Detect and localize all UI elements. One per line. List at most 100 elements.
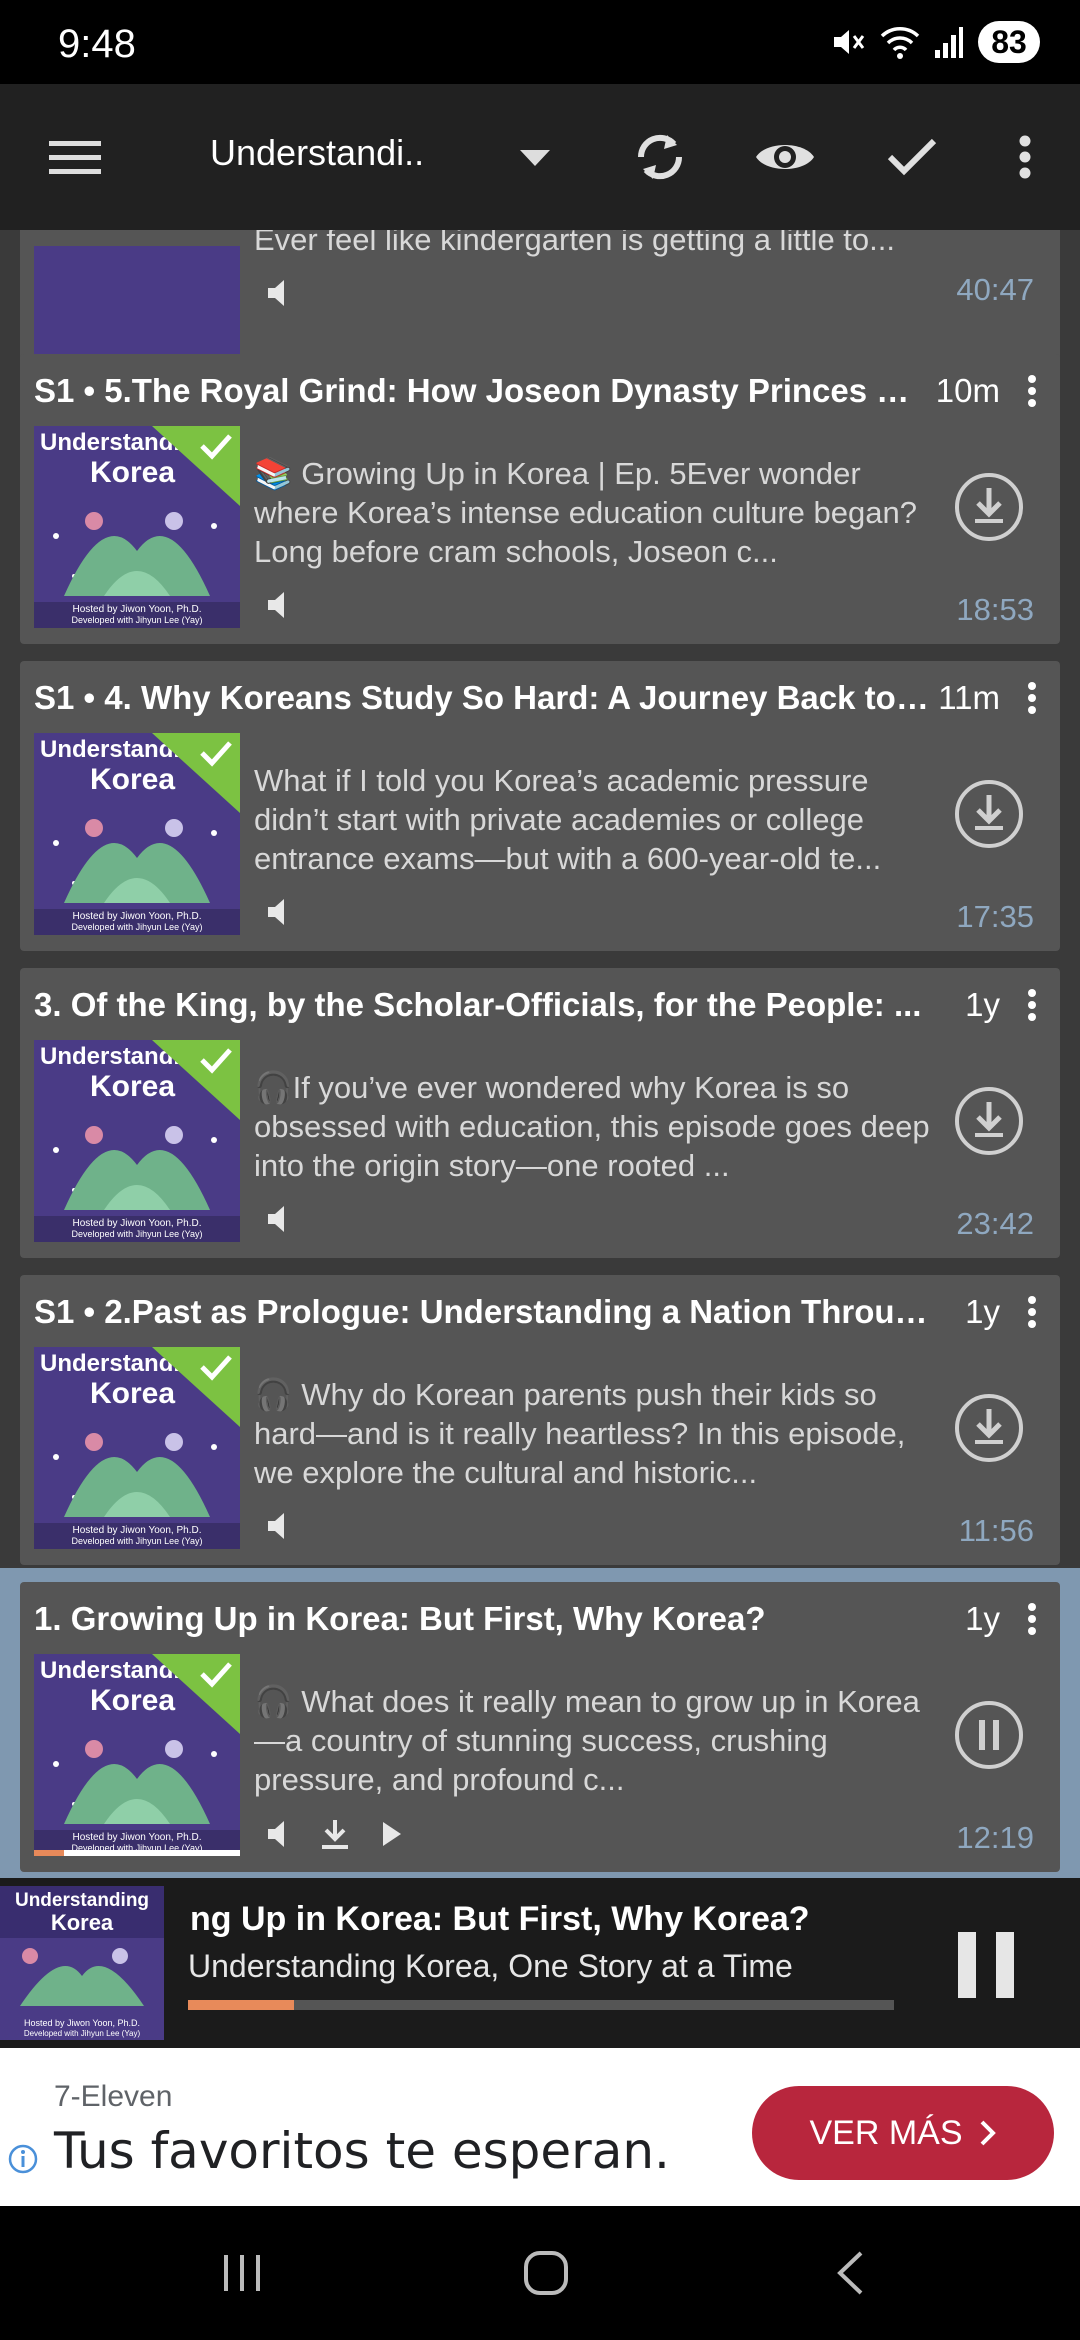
episode-thumbnail[interactable]: Understanding Korea Hosted by Jiwon Yoon, … xyxy=(34,426,240,628)
episode-description[interactable]: 🎧 What does it really mean to grow up in… xyxy=(254,1682,934,1800)
menu-icon[interactable] xyxy=(20,84,130,230)
speaker-icon xyxy=(266,1204,290,1239)
recents-icon[interactable] xyxy=(182,2206,302,2340)
episode-description: Ever feel like kindergarten is getting a… xyxy=(254,230,895,257)
speaker-icon xyxy=(266,1819,290,1854)
episode-status-icons xyxy=(266,1511,290,1546)
pause-icon[interactable] xyxy=(956,1930,1016,2000)
thumb-credit1: Hosted by Jiwon Yoon, Ph.D. xyxy=(73,1832,202,1843)
ad-info-icon[interactable] xyxy=(8,2144,38,2174)
now-playing-thumbnail[interactable]: Understanding Korea Hosted by Jiwon Yoon… xyxy=(0,1886,164,2040)
episode-card[interactable]: 3. Of the King, by the Scholar-Officials… xyxy=(20,968,1060,1258)
check-icon[interactable] xyxy=(862,84,962,230)
speaker-icon xyxy=(266,897,290,932)
thumb-line2: Korea xyxy=(90,763,175,796)
downloaded-icon xyxy=(320,1818,350,1855)
thumb-credit1: Hosted by Jiwon Yoon, Ph.D. xyxy=(73,911,202,922)
episode-thumbnail[interactable]: Understanding Korea Hosted by Jiwon Yoon, … xyxy=(34,1347,240,1549)
download-circle-icon[interactable] xyxy=(954,472,1024,542)
ad-cta-label: VER MÁS xyxy=(809,2113,963,2152)
thumb-credit2: Developed with Jihyun Lee (Yay) xyxy=(72,922,203,932)
now-thumb-credit1: Hosted by Jiwon Yoon, Ph.D. xyxy=(24,2018,140,2028)
signal-icon xyxy=(934,24,964,60)
episode-more-icon[interactable] xyxy=(1022,679,1042,719)
play-indicator-icon xyxy=(380,1819,404,1854)
status-icons: 83 xyxy=(830,20,1040,64)
episode-thumbnail[interactable]: Understanding Korea Hosted by Jiwon Yoon, … xyxy=(34,733,240,935)
speaker-icon xyxy=(266,278,290,313)
episode-card[interactable]: 1. Growing Up in Korea: But First, Why K… xyxy=(20,1582,1060,1872)
download-circle-icon[interactable] xyxy=(954,1086,1024,1156)
now-playing-subtitle[interactable]: Understanding Korea, One Story at a Time xyxy=(188,1948,908,1985)
episode-duration: 40:47 xyxy=(956,272,1034,307)
episode-more-icon[interactable] xyxy=(1022,1293,1042,1333)
thumb-credit1: Hosted by Jiwon Yoon, Ph.D. xyxy=(73,1218,202,1229)
ad-banner[interactable]: 7-Eleven Tus favoritos te esperan. VER M… xyxy=(0,2048,1080,2206)
episode-status-icons xyxy=(266,1818,404,1855)
thumb-credit2: Developed with Jihyun Lee (Yay) xyxy=(72,615,203,625)
episode-status-icons xyxy=(266,1204,290,1239)
download-circle-icon[interactable] xyxy=(954,1393,1024,1463)
chevron-right-icon xyxy=(980,2120,996,2146)
toolbar: Understandi.. xyxy=(0,84,1080,230)
episode-description[interactable]: What if I told you Korea’s academic pres… xyxy=(254,761,934,879)
download-circle-icon[interactable] xyxy=(954,779,1024,849)
now-playing-title[interactable]: ng Up in Korea: But First, Why Korea? xyxy=(190,1900,910,1939)
thumb-line2: Korea xyxy=(90,1684,175,1717)
dropdown-caret-icon[interactable] xyxy=(520,150,550,171)
episode-card[interactable]: S1 • 5.The Royal Grind: How Joseon Dynas… xyxy=(20,354,1060,644)
ad-cta-button[interactable]: VER MÁS xyxy=(752,2086,1054,2180)
episode-age: 11m xyxy=(938,679,1000,716)
episode-title[interactable]: S1 • 5.The Royal Grind: How Joseon Dynas… xyxy=(34,372,934,410)
pause-circle-icon[interactable] xyxy=(954,1700,1024,1770)
episode-card[interactable]: S1 • 2.Past as Prologue: Understanding a… xyxy=(20,1275,1060,1565)
ad-advertiser: 7-Eleven xyxy=(54,2080,173,2113)
thumb-line2: Korea xyxy=(90,1070,175,1103)
episode-list[interactable]: Ever feel like kindergarten is getting a… xyxy=(0,230,1080,1878)
more-icon[interactable] xyxy=(990,84,1060,230)
now-thumb-credit2: Developed with Jihyun Lee (Yay) xyxy=(24,2029,141,2038)
episode-age: 10m xyxy=(935,372,1000,409)
episode-duration: 18:53 xyxy=(956,592,1034,627)
episode-description[interactable]: 🎧 Why do Korean parents push their kids … xyxy=(254,1375,934,1493)
thumb-line2: Korea xyxy=(90,456,175,489)
home-icon[interactable] xyxy=(486,2206,606,2340)
thumb-credit1: Hosted by Jiwon Yoon, Ph.D. xyxy=(73,1525,202,1536)
episode-title[interactable]: S1 • 4. Why Koreans Study So Hard: A Jou… xyxy=(34,679,934,717)
episode-card[interactable]: S1 • 4. Why Koreans Study So Hard: A Jou… xyxy=(20,661,1060,951)
episode-duration: 11:56 xyxy=(958,1513,1034,1548)
now-thumb-line1: Understanding xyxy=(15,1890,149,1911)
episode-thumbnail[interactable]: Understanding Korea Hosted by Jiwon Yoon, … xyxy=(34,1654,240,1856)
episode-more-icon[interactable] xyxy=(1022,1600,1042,1640)
episode-title[interactable]: 1. Growing Up in Korea: But First, Why K… xyxy=(34,1600,934,1638)
feed-title[interactable]: Understandi.. xyxy=(210,132,424,174)
thumb-credit1: Hosted by Jiwon Yoon, Ph.D. xyxy=(73,604,202,615)
ad-headline[interactable]: Tus favoritos te esperan. xyxy=(54,2122,670,2180)
battery-icon: 83 xyxy=(978,21,1040,63)
episode-duration: 17:35 xyxy=(956,899,1034,934)
back-icon[interactable] xyxy=(790,2206,910,2340)
episode-title[interactable]: S1 • 2.Past as Prologue: Understanding a… xyxy=(34,1293,934,1331)
status-time: 9:48 xyxy=(58,22,136,66)
episode-status-icons xyxy=(266,897,290,932)
wifi-icon xyxy=(880,24,920,60)
now-playing-progress[interactable] xyxy=(188,2000,894,2010)
thumb-credit2: Developed with Jihyun Lee (Yay) xyxy=(72,1536,203,1546)
episode-duration: 23:42 xyxy=(956,1206,1034,1241)
episode-age: 1y xyxy=(965,1293,1000,1330)
speaker-icon xyxy=(266,590,290,625)
episode-age: 1y xyxy=(965,986,1000,1023)
refresh-icon[interactable] xyxy=(610,84,710,230)
episode-more-icon[interactable] xyxy=(1022,986,1042,1026)
episode-status-icons xyxy=(266,590,290,625)
mute-icon xyxy=(830,24,866,60)
episode-more-icon[interactable] xyxy=(1022,372,1042,412)
now-thumb-line2: Korea xyxy=(51,1910,114,1935)
now-playing-bar[interactable]: Understanding Korea Hosted by Jiwon Yoon… xyxy=(0,1878,1080,2048)
episode-title[interactable]: 3. Of the King, by the Scholar-Officials… xyxy=(34,986,934,1024)
episode-description[interactable]: 📚 Growing Up in Korea | Ep. 5Ever wonder… xyxy=(254,454,934,572)
eye-icon[interactable] xyxy=(735,84,835,230)
episode-thumbnail[interactable]: Understanding Korea Hosted by Jiwon Yoon, … xyxy=(34,1040,240,1242)
speaker-icon xyxy=(266,1511,290,1546)
episode-description[interactable]: 🎧If you’ve ever wondered why Korea is so… xyxy=(254,1068,934,1186)
